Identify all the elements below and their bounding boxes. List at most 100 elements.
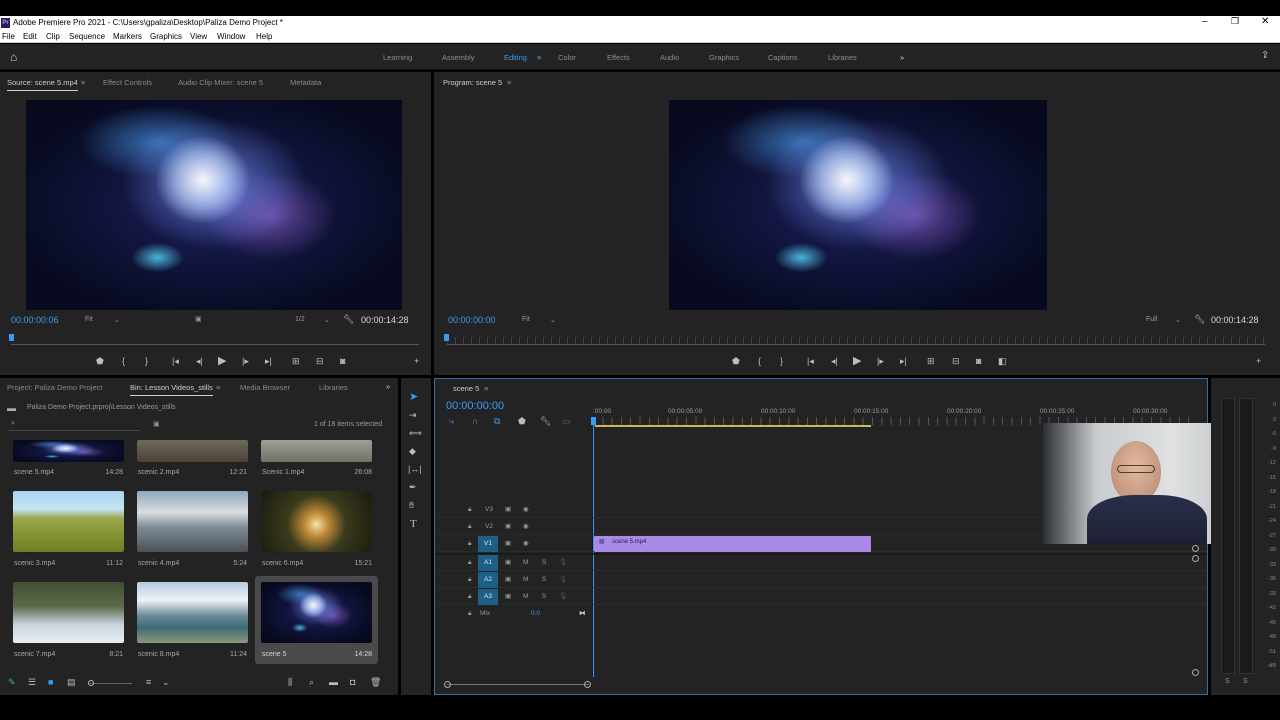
mute-button[interactable]: M — [523, 576, 528, 583]
chevron-down-icon[interactable]: ⌄ — [1175, 316, 1181, 324]
type-tool-icon[interactable]: T — [410, 519, 417, 530]
razor-tool-icon[interactable]: ◆ — [409, 447, 416, 456]
solo-right-button[interactable]: S — [1243, 678, 1248, 685]
sync-lock-icon[interactable]: ▣ — [505, 522, 511, 530]
item-name[interactable]: Scenic 1.mp4 — [262, 469, 304, 476]
add-button-icon[interactable]: + — [1256, 357, 1261, 366]
playhead-marker[interactable] — [444, 334, 449, 341]
settings-wrench-icon[interactable]: 🔧︎ — [540, 417, 551, 426]
lift-icon[interactable]: ⊞ — [927, 357, 935, 366]
lock-icon[interactable]: 🔒︎ — [468, 610, 471, 618]
sync-lock-icon[interactable]: ▣ — [505, 592, 511, 600]
slip-tool-icon[interactable]: |↔| — [408, 465, 422, 474]
go-to-in-icon[interactable]: |◂ — [807, 357, 814, 366]
list-view-icon[interactable]: ☰ — [28, 678, 36, 687]
solo-button[interactable]: S — [542, 559, 546, 566]
mix-value[interactable]: 0.0 — [531, 610, 540, 617]
chevron-down-icon[interactable]: ⌄ — [324, 316, 330, 324]
add-button-icon[interactable]: + — [414, 357, 419, 366]
item-name[interactable]: scenic 3.mp4 — [14, 560, 55, 567]
mark-in-icon[interactable]: { — [758, 357, 761, 366]
source-video-frame[interactable] — [26, 100, 402, 310]
lock-icon[interactable]: 🔒︎ — [468, 559, 471, 567]
thumbnail-scenic-4[interactable] — [137, 491, 248, 552]
go-to-end-icon[interactable]: ⧓ — [579, 609, 586, 617]
nest-icon[interactable]: ⤷ — [449, 417, 454, 426]
more-workspaces-icon[interactable]: » — [900, 53, 904, 62]
tab-audio-clip-mixer[interactable]: Audio Clip Mixer: scene 5 — [178, 78, 263, 87]
video-clip[interactable]: ▩ scene 5.mp4 — [594, 536, 871, 552]
home-icon[interactable]: ⌂ — [10, 50, 17, 64]
trash-icon[interactable]: 🗑︎ — [370, 678, 381, 687]
safe-margins-icon[interactable]: ▣ — [195, 315, 202, 323]
thumbnail-scenic-8[interactable] — [137, 582, 248, 643]
work-area-bar[interactable] — [595, 425, 871, 427]
extract-icon[interactable]: ⊟ — [952, 357, 960, 366]
thumbnail-scene-5-mp4[interactable] — [13, 440, 124, 462]
program-menu-icon[interactable]: ≡ — [507, 78, 511, 87]
bin-menu-icon[interactable]: ≡ — [216, 383, 220, 392]
play-icon[interactable]: ▶ — [853, 356, 861, 367]
menu-file[interactable]: File — [2, 32, 15, 41]
go-to-out-icon[interactable]: ▸| — [265, 357, 272, 366]
workspace-audio[interactable]: Audio — [660, 53, 679, 62]
menu-sequence[interactable]: Sequence — [69, 32, 105, 41]
chevron-down-icon[interactable]: ⌄ — [114, 316, 120, 324]
hand-tool-icon[interactable]: ✋︎ — [409, 501, 414, 510]
workspace-learning[interactable]: Learning — [383, 53, 412, 62]
pen-tool-icon[interactable]: ✒ — [409, 483, 417, 492]
thumbnail-scene-5-sequence[interactable] — [261, 582, 372, 643]
horizontal-scrollbar[interactable] — [447, 684, 589, 685]
go-to-in-icon[interactable]: |◂ — [172, 357, 179, 366]
item-name[interactable]: scene 5.mp4 — [14, 469, 54, 476]
export-frame-icon[interactable]: ◙ — [976, 357, 981, 366]
sort-icon[interactable]: ≡ — [146, 678, 151, 687]
ripple-edit-tool-icon[interactable]: ⟺ — [409, 429, 422, 438]
track-target-a3[interactable]: A3 — [478, 589, 498, 605]
step-back-icon[interactable]: ◂| — [831, 357, 838, 366]
item-name[interactable]: scenic 2.mp4 — [138, 469, 179, 476]
tab-media-browser[interactable]: Media Browser — [240, 383, 290, 392]
captions-icon[interactable]: ▭ — [562, 417, 571, 426]
thumbnail-scenic-7[interactable] — [13, 582, 124, 643]
add-marker-icon[interactable]: ⬟ — [96, 357, 104, 366]
source-scrubber[interactable] — [11, 337, 419, 345]
menu-markers[interactable]: Markers — [113, 32, 142, 41]
tab-libraries[interactable]: Libraries — [319, 383, 348, 392]
vertical-scroll-handle[interactable] — [1192, 669, 1199, 676]
linked-selection-icon[interactable]: ⧉ — [494, 417, 500, 426]
menu-view[interactable]: View — [190, 32, 207, 41]
sync-lock-icon[interactable]: ▣ — [505, 575, 511, 583]
selection-tool-icon[interactable]: ➤ — [409, 392, 418, 403]
search-input[interactable] — [8, 419, 140, 431]
solo-button[interactable]: S — [542, 593, 546, 600]
mark-in-icon[interactable]: { — [122, 357, 125, 366]
program-video-frame[interactable] — [669, 100, 1047, 310]
tab-metadata[interactable]: Metadata — [290, 78, 321, 87]
wrench-icon[interactable]: 🔧︎ — [343, 315, 354, 324]
find-icon[interactable]: ⌕ — [309, 678, 314, 687]
track-target-a2[interactable]: A2 — [478, 572, 498, 588]
wrench-icon[interactable]: 🔧︎ — [1194, 315, 1205, 324]
lock-icon[interactable]: 🔒︎ — [468, 523, 471, 531]
comparison-view-icon[interactable]: ◧ — [998, 357, 1007, 366]
zoom-slider[interactable] — [90, 683, 132, 684]
close-icon[interactable]: ✕ — [1261, 16, 1269, 27]
automate-to-sequence-icon[interactable]: ⫼ — [288, 678, 292, 687]
microphone-icon[interactable]: 🎙︎ — [559, 592, 567, 600]
step-forward-icon[interactable]: |▸ — [242, 357, 249, 366]
mark-out-icon[interactable]: } — [145, 357, 148, 366]
tab-timeline[interactable]: scene 5 — [453, 384, 479, 393]
overwrite-icon[interactable]: ⊟ — [316, 357, 324, 366]
track-select-tool-icon[interactable]: ⇥ — [409, 411, 417, 420]
tab-effect-controls[interactable]: Effect Controls — [103, 78, 152, 87]
microphone-icon[interactable]: 🎙︎ — [559, 575, 567, 583]
tab-project[interactable]: Project: Paliza Demo Project — [7, 383, 102, 392]
step-forward-icon[interactable]: |▸ — [877, 357, 884, 366]
mute-button[interactable]: M — [523, 593, 528, 600]
sync-lock-icon[interactable]: ▣ — [505, 505, 511, 513]
thumbnail-scenic-2[interactable] — [137, 440, 248, 462]
workspace-captions[interactable]: Captions — [768, 53, 798, 62]
lock-icon[interactable]: 🔒︎ — [468, 576, 471, 584]
thumbnail-scenic-6[interactable] — [261, 491, 372, 552]
